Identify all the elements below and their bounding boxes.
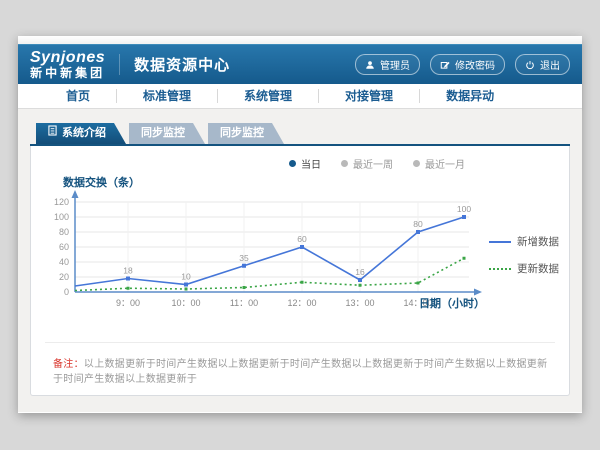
filter-today[interactable]: 当日 bbox=[289, 156, 321, 171]
app-window: Synjones 新中新集团 数据资源中心 管理员 修改密码 退出 首页 标准管… bbox=[18, 36, 582, 413]
legend-item-updated-data: 更新数据 bbox=[489, 261, 561, 276]
footnote-prefix: 备注： bbox=[53, 359, 84, 370]
edit-icon bbox=[440, 60, 450, 70]
line-chart: 0 20 40 60 80 100 120 9：00 10：00 11：00 12：00 13：00 1… bbox=[39, 188, 489, 328]
document-icon bbox=[48, 123, 57, 144]
filter-label: 当日 bbox=[301, 156, 321, 171]
footnote-text: 以上数据更新于时间产生数据以上数据更新于时间产生数据以上数据更新于时间产生数据以… bbox=[53, 359, 547, 385]
chart-row: 0 20 40 60 80 100 120 9：00 10：00 11：00 12：00 13：00 1… bbox=[39, 188, 561, 328]
range-filter-group: 当日 最近一周 最近一月 bbox=[39, 156, 465, 170]
svg-text:16: 16 bbox=[355, 267, 365, 277]
tab-label: 同步监控 bbox=[141, 123, 185, 144]
page-title: 数据资源中心 bbox=[119, 54, 230, 75]
svg-text:35: 35 bbox=[239, 253, 249, 263]
logout-label: 退出 bbox=[540, 57, 560, 72]
svg-text:100: 100 bbox=[54, 212, 69, 222]
legend-item-new-data: 新增数据 bbox=[489, 234, 561, 249]
app-header: Synjones 新中新集团 数据资源中心 管理员 修改密码 退出 bbox=[18, 44, 582, 84]
filter-label: 最近一周 bbox=[353, 156, 393, 171]
tab-label: 系统介绍 bbox=[62, 123, 106, 144]
nav-item-standards[interactable]: 标准管理 bbox=[117, 89, 218, 103]
power-icon bbox=[525, 60, 535, 70]
window-top-strip bbox=[18, 36, 582, 44]
footnote: 备注：以上数据更新于时间产生数据以上数据更新于时间产生数据以上数据更新于时间产生… bbox=[45, 342, 555, 385]
svg-text:11：00: 11：00 bbox=[230, 298, 258, 308]
svg-text:10：00: 10：00 bbox=[171, 298, 200, 308]
radio-dot-icon bbox=[289, 160, 296, 167]
svg-text:13：00: 13：00 bbox=[345, 298, 374, 308]
main-nav: 首页 标准管理 系统管理 对接管理 数据异动 bbox=[18, 84, 582, 109]
svg-text:40: 40 bbox=[59, 257, 69, 267]
change-password-label: 修改密码 bbox=[455, 57, 495, 72]
tab-label: 同步监控 bbox=[220, 123, 264, 144]
legend-label: 新增数据 bbox=[517, 234, 559, 249]
svg-text:60: 60 bbox=[297, 234, 307, 244]
tab-sync-monitor-1[interactable]: 同步监控 bbox=[129, 123, 205, 144]
brand-logo-cn: 新中新集团 bbox=[30, 67, 105, 80]
y-axis-title: 数据交换（条） bbox=[63, 174, 561, 188]
filter-last-week[interactable]: 最近一周 bbox=[341, 156, 393, 171]
svg-text:日期（小时）: 日期（小时） bbox=[419, 296, 485, 310]
content-area: 系统介绍 同步监控 同步监控 当日 最近一周 bbox=[18, 109, 582, 412]
user-icon bbox=[365, 60, 375, 70]
tab-bar: 系统介绍 同步监控 同步监控 bbox=[36, 123, 570, 144]
chart-legend: 新增数据 更新数据 bbox=[489, 234, 561, 328]
svg-text:80: 80 bbox=[59, 227, 69, 237]
user-label: 管理员 bbox=[380, 57, 410, 72]
svg-text:100: 100 bbox=[457, 204, 471, 214]
nav-item-home[interactable]: 首页 bbox=[40, 89, 117, 103]
filter-label: 最近一月 bbox=[425, 156, 465, 171]
chart-panel: 当日 最近一周 最近一月 数据交换（条） 0 20 40 60 80 100 120 9：00… bbox=[30, 146, 570, 396]
nav-item-integration[interactable]: 对接管理 bbox=[319, 89, 420, 103]
svg-text:0: 0 bbox=[64, 287, 69, 297]
logout-button[interactable]: 退出 bbox=[515, 54, 570, 75]
legend-label: 更新数据 bbox=[517, 261, 559, 276]
brand-logo[interactable]: Synjones 新中新集团 bbox=[30, 49, 105, 80]
nav-item-data-change[interactable]: 数据异动 bbox=[420, 89, 520, 103]
solid-line-swatch-icon bbox=[489, 241, 511, 243]
svg-text:60: 60 bbox=[59, 242, 69, 252]
tab-system-intro[interactable]: 系统介绍 bbox=[36, 123, 126, 144]
filter-last-month[interactable]: 最近一月 bbox=[413, 156, 465, 171]
svg-text:18: 18 bbox=[123, 266, 133, 276]
svg-text:20: 20 bbox=[59, 272, 69, 282]
change-password-button[interactable]: 修改密码 bbox=[430, 54, 505, 75]
svg-text:12：00: 12：00 bbox=[287, 298, 316, 308]
nav-item-system[interactable]: 系统管理 bbox=[218, 89, 319, 103]
dotted-line-swatch-icon bbox=[489, 268, 511, 270]
svg-text:120: 120 bbox=[54, 197, 69, 207]
user-button[interactable]: 管理员 bbox=[355, 54, 420, 75]
brand-logo-en: Synjones bbox=[30, 49, 105, 67]
tab-sync-monitor-2[interactable]: 同步监控 bbox=[208, 123, 284, 144]
radio-dot-icon bbox=[341, 160, 348, 167]
svg-text:9：00: 9：00 bbox=[116, 298, 140, 308]
svg-text:80: 80 bbox=[413, 219, 423, 229]
svg-text:10: 10 bbox=[181, 272, 191, 282]
radio-dot-icon bbox=[413, 160, 420, 167]
